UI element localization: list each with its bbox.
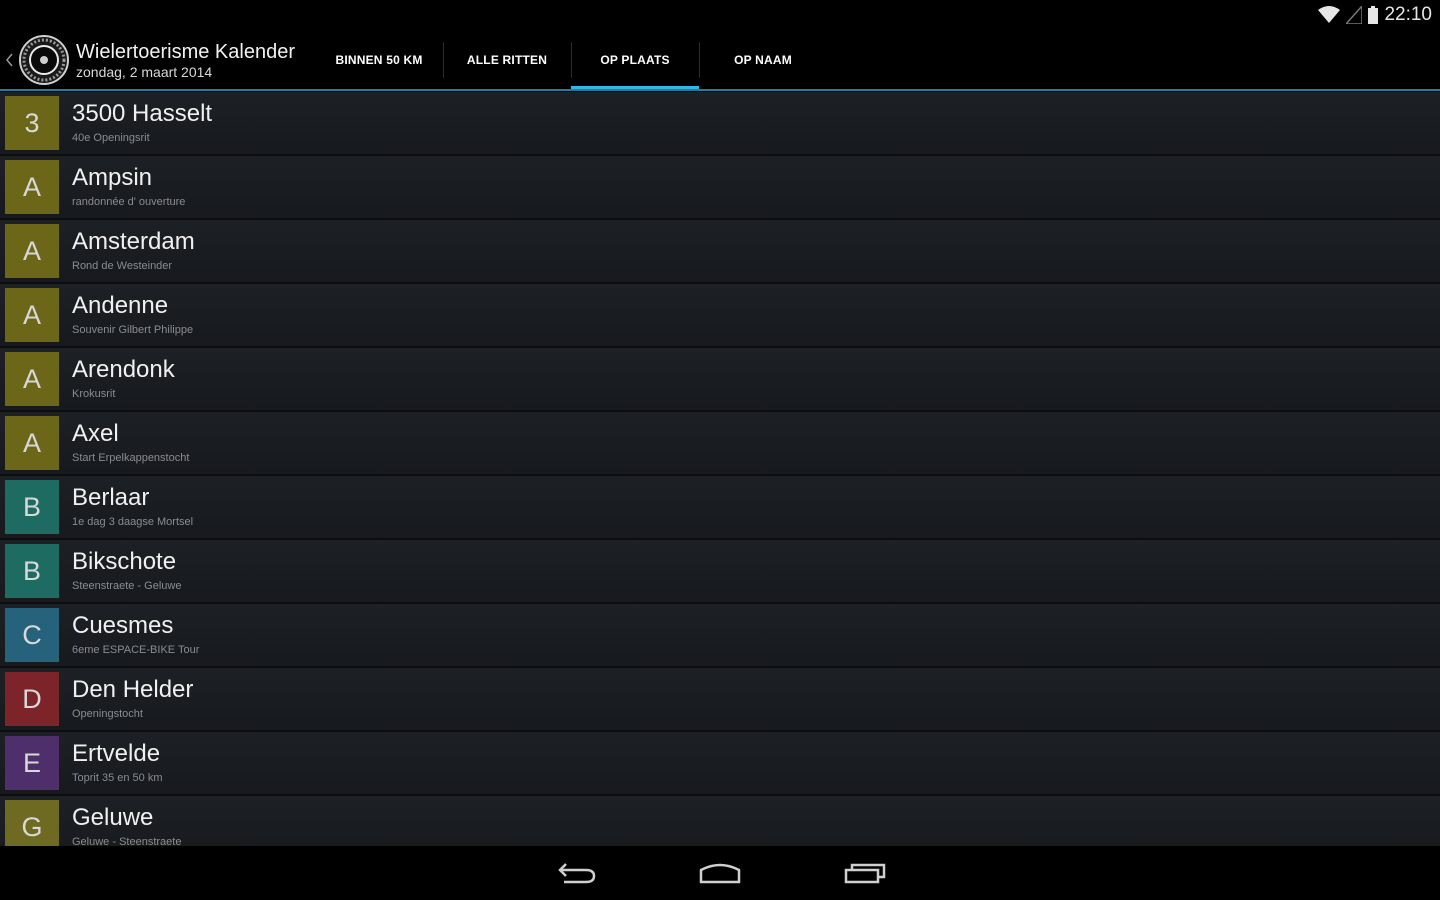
list-item[interactable]: B Berlaar 1e dag 3 daagse Mortsel [0,476,1440,540]
list-item-title: Axel [72,420,119,447]
list-item[interactable]: A Axel Start Erpelkappenstocht [0,412,1440,476]
letter-badge: B [5,544,59,598]
navigation-bar [0,846,1440,900]
recent-apps-icon[interactable] [840,858,890,888]
list-item-subtitle: Toprit 35 en 50 km [72,772,163,784]
list-item-subtitle: Steenstraete - Geluwe [72,580,182,592]
up-caret-icon[interactable] [2,53,16,67]
list-item[interactable]: C Cuesmes 6eme ESPACE-BIKE Tour [0,604,1440,668]
list-item[interactable]: A Amsterdam Rond de Westeinder [0,220,1440,284]
list-item[interactable]: 3 3500 Hasselt 40e Openingsrit [0,92,1440,156]
status-bar: 22:10 [0,0,1440,30]
letter-badge: E [5,736,59,790]
list-item-title: Arendonk [72,356,175,383]
list-item-subtitle: Start Erpelkappenstocht [72,452,190,464]
list-item-subtitle: Krokusrit [72,388,116,400]
list-item-subtitle: Souvenir Gilbert Philippe [72,324,194,336]
list-item-subtitle: 6eme ESPACE-BIKE Tour [72,644,200,656]
app-logo-icon[interactable] [18,34,70,86]
list-item[interactable]: E Ertvelde Toprit 35 en 50 km [0,732,1440,796]
tab-op-naam[interactable]: OP NAAM [699,30,827,90]
ride-list[interactable]: 3 3500 Hasselt 40e Openingsrit A Ampsin ra… [0,92,1440,846]
list-item-title: Amsterdam [72,228,195,255]
app-subtitle: zondag, 2 maart 2014 [76,63,213,80]
list-item-subtitle: 40e Openingsrit [72,132,150,144]
clock: 22:10 [1384,4,1432,25]
wifi-icon [1318,6,1341,23]
tab-alle-ritten[interactable]: ALLE RITTEN [443,30,571,90]
list-item-subtitle: 1e dag 3 daagse Mortsel [72,516,194,528]
list-item[interactable]: A Andenne Souvenir Gilbert Philippe [0,284,1440,348]
list-item-title: 3500 Hasselt [72,100,213,127]
battery-icon [1368,6,1379,24]
letter-badge: A [5,160,59,214]
list-item-title: Cuesmes [72,612,174,639]
list-item-title: Andenne [72,292,169,319]
tab-bar: BINNEN 50 KM ALLE RITTEN OP PLAATS OP NA… [315,30,827,90]
list-item[interactable]: G Geluwe Geluwe - Steenstraete [0,796,1440,846]
home-icon[interactable] [695,858,745,888]
list-item-title: Bikschote [72,548,177,575]
letter-badge: C [5,608,59,662]
list-item-subtitle: Rond de Westeinder [72,260,173,272]
list-item-title: Berlaar [72,484,150,511]
letter-badge: A [5,288,59,342]
signal-icon [1346,6,1363,24]
letter-badge: G [5,800,59,846]
list-item-subtitle: Openingstocht [72,708,143,720]
letter-badge: D [5,672,59,726]
list-item[interactable]: B Bikschote Steenstraete - Geluwe [0,540,1440,604]
list-item-title: Ertvelde [72,740,161,767]
letter-badge: A [5,352,59,406]
tab-op-plaats[interactable]: OP PLAATS [571,30,699,90]
letter-badge: 3 [5,96,59,150]
letter-badge: A [5,224,59,278]
letter-badge: B [5,480,59,534]
title-block: Wielertoerisme Kalender zondag, 2 maart … [76,42,295,79]
list-item-subtitle: Geluwe - Steenstraete [72,836,182,846]
action-bar-divider [0,89,1440,91]
back-icon[interactable] [551,858,601,888]
tab-binnen-50-km[interactable]: BINNEN 50 KM [315,30,443,90]
action-bar: Wielertoerisme Kalender zondag, 2 maart … [0,30,1440,90]
app-title: Wielertoerisme Kalender [76,40,295,63]
list-item-title: Den Helder [72,676,194,703]
letter-badge: A [5,416,59,470]
list-item-subtitle: randonnée d' ouverture [72,196,186,208]
list-item[interactable]: A Arendonk Krokusrit [0,348,1440,412]
list-item-title: Ampsin [72,164,153,191]
list-item-title: Geluwe [72,804,154,831]
list-item[interactable]: A Ampsin randonnée d' ouverture [0,156,1440,220]
list-item[interactable]: D Den Helder Openingstocht [0,668,1440,732]
